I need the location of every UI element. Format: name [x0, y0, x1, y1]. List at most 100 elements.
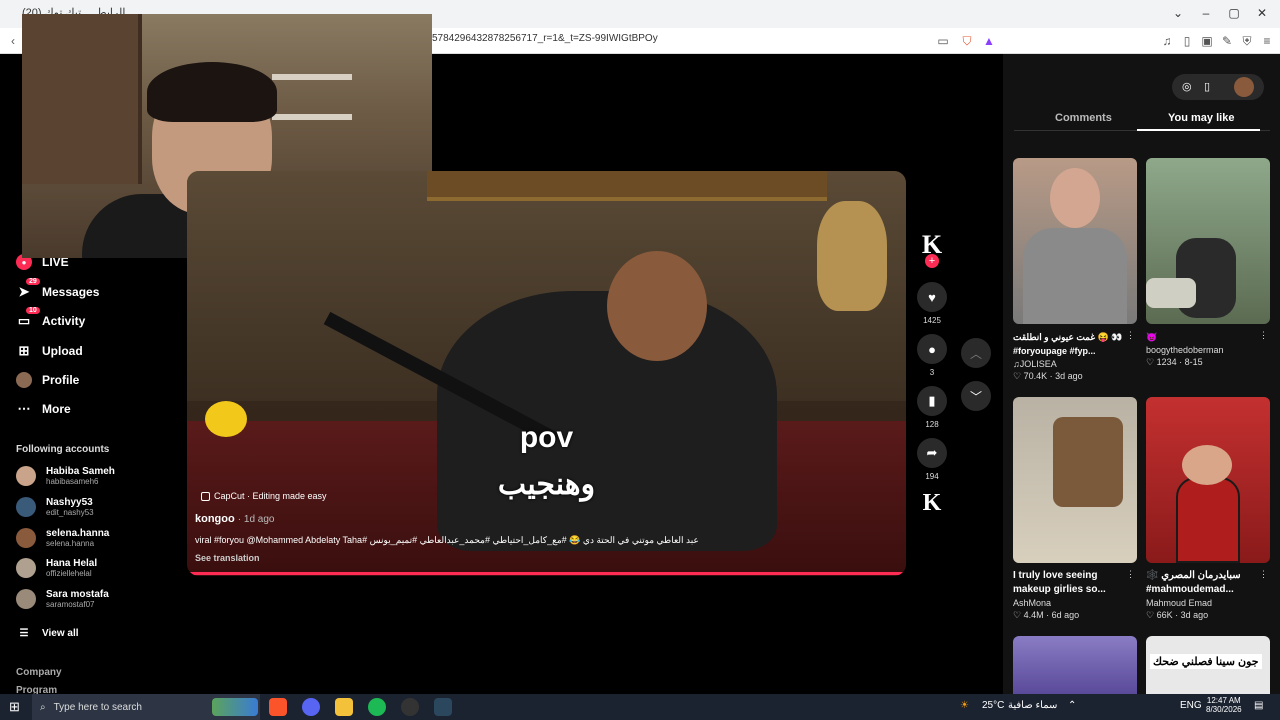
chevron-down-icon[interactable]: ⌄ [1168, 6, 1188, 20]
discord-icon[interactable] [302, 698, 320, 716]
following-account[interactable]: Nashyy53 edit_nashy53 [16, 497, 94, 517]
share-icon[interactable]: ➦ [917, 438, 947, 468]
sidebar-toggle-icon[interactable]: ▯ [1178, 32, 1196, 50]
account-name: Nashyy53 [46, 497, 93, 508]
video-time: · 1d ago [237, 514, 275, 525]
more-options-icon[interactable]: ⋮ [1259, 330, 1268, 341]
file-explorer-icon[interactable] [335, 698, 353, 716]
more-options-icon[interactable]: ⋮ [1259, 569, 1268, 580]
author-name[interactable]: kongoo [195, 513, 235, 525]
comment-icon[interactable]: ● [917, 334, 947, 364]
suggested-video-card[interactable]: ⋮ I truly love seeing makeup girlies so.… [1013, 397, 1137, 621]
video-vase [817, 201, 887, 311]
back-icon[interactable]: ‹ [4, 32, 22, 50]
obs-icon[interactable] [401, 698, 419, 716]
device-icon[interactable]: ▯ [1204, 80, 1210, 93]
tab-you-may-like[interactable]: You may like [1168, 112, 1234, 124]
minimize-icon[interactable]: – [1196, 6, 1216, 20]
rewards-icon[interactable]: ▲ [980, 32, 998, 50]
avatar [16, 528, 36, 548]
sidebar-item-profile[interactable]: Profile [16, 372, 79, 388]
brave-browser-icon[interactable] [269, 698, 287, 716]
sidebar-item-upload[interactable]: ⊞ Upload [16, 343, 83, 359]
card-author[interactable]: boogythedoberman [1146, 345, 1270, 355]
see-translation-link[interactable]: See translation [195, 553, 260, 563]
following-account[interactable]: Hana Helal offiziellehelal [16, 558, 97, 578]
tray-chevron-icon[interactable]: ⌃ [1068, 700, 1076, 711]
weather-icon[interactable]: ☀ [960, 700, 969, 711]
video-thumbnail[interactable] [1013, 158, 1137, 324]
steam-icon[interactable] [434, 698, 452, 716]
language-indicator[interactable]: ENG [1180, 700, 1202, 711]
chevron-up-icon: ︿ [969, 346, 982, 361]
background-shelf [272, 114, 352, 120]
avatar [16, 497, 36, 517]
card-meta: ♡ 66K · 3d ago [1146, 610, 1209, 620]
next-video-button[interactable]: ﹀ [961, 381, 991, 411]
menu-icon[interactable]: ≡ [1258, 32, 1276, 50]
close-icon[interactable]: ✕ [1252, 6, 1272, 20]
video-thumbnail[interactable] [1013, 397, 1137, 563]
heart-icon[interactable]: ♥ [917, 282, 947, 312]
windows-start-icon[interactable]: ⊞ [9, 699, 20, 715]
compass-icon[interactable]: ◎ [1182, 80, 1192, 93]
video-thumbnail[interactable] [1146, 158, 1270, 324]
video-thumbnail[interactable] [1013, 636, 1137, 694]
avatar[interactable] [1234, 77, 1254, 97]
sidebar-item-activity[interactable]: ▭ 10 Activity [16, 307, 86, 329]
video-thumbnail[interactable]: جون سينا فصلني ضحك [1146, 636, 1270, 694]
wallet-icon[interactable]: ▣ [1198, 32, 1216, 50]
sound-disc-icon[interactable]: K [917, 490, 947, 517]
messages-icon: ➤ 29 [16, 278, 40, 300]
search-highlight-icon[interactable] [212, 698, 258, 716]
music-icon[interactable]: ♫ [1158, 32, 1176, 50]
weather-text[interactable]: سماء صافية [1008, 700, 1057, 711]
following-account[interactable]: selena.hanna selena.hanna [16, 528, 109, 548]
card-author[interactable]: AshMona [1013, 598, 1137, 608]
following-account[interactable]: Habiba Sameh habibasameh6 [16, 466, 115, 486]
sidebar-item-label: Activity [42, 314, 86, 328]
vpn-icon[interactable]: ⛨ [1238, 32, 1256, 50]
sidebar-item-more[interactable]: ⋯ More [16, 401, 71, 417]
card-author[interactable]: Mahmoud Emad [1146, 598, 1270, 608]
temperature[interactable]: 25°C [982, 700, 1004, 711]
share-action[interactable]: ➦ 194 [917, 438, 947, 481]
suggested-video-card[interactable]: ⋮ 👀 😝 غمت عيوني و انطلقت #foryoupage #fy… [1013, 158, 1137, 382]
suggested-video-card[interactable]: ⋮ سبايدرمان المصري 🕸️ #mahmoudemad... Ma… [1146, 397, 1270, 621]
save-action[interactable]: ▮ 128 [917, 386, 947, 429]
more-options-icon[interactable]: ⋮ [1126, 569, 1135, 580]
notification-icon[interactable]: ▤ [1254, 700, 1263, 711]
video-author[interactable]: kongoo · 1d ago [195, 513, 274, 525]
spotify-icon[interactable] [368, 698, 386, 716]
bookmark-icon[interactable]: ▮ [917, 386, 947, 416]
upload-icon: ⊞ [18, 343, 30, 358]
extensions-icon[interactable]: ✎ [1218, 32, 1236, 50]
footer-link-company[interactable]: Company [16, 667, 62, 678]
tab-comments[interactable]: Comments [1055, 112, 1112, 124]
view-all-label: View all [42, 627, 79, 639]
maximize-icon[interactable]: ▢ [1224, 6, 1244, 20]
video-thumbnail[interactable] [1146, 397, 1270, 563]
url-field[interactable]: 5784296432878256717_r=1&_t=ZS-99IWIGtBPO… [432, 33, 658, 44]
video-progress-bar[interactable] [187, 572, 906, 575]
cast-icon[interactable]: ▭ [934, 32, 952, 50]
card-author[interactable]: ♫JOLISEA [1013, 359, 1137, 369]
previous-video-button[interactable]: ︿ [961, 338, 991, 368]
thumbnail-text: جون سينا فصلني ضحك [1150, 654, 1262, 669]
account-name: Hana Helal [46, 558, 98, 569]
creator-avatar[interactable]: K + [917, 232, 947, 268]
video-player[interactable]: pov وهنجيب CapCut · Editing made easy ko… [187, 171, 906, 576]
more-options-icon[interactable]: ⋮ [1126, 330, 1135, 341]
like-action[interactable]: ♥ 1425 [917, 282, 947, 325]
account-handle: saramostaf07 [46, 600, 95, 609]
capcut-tag[interactable]: CapCut · Editing made easy [201, 491, 327, 501]
sidebar-item-messages[interactable]: ➤ 29 Messages [16, 278, 99, 300]
suggested-video-card[interactable]: ⋮ 😈 boogythedoberman ♡ 1234 · 8-15 [1146, 158, 1270, 368]
comment-action[interactable]: ● 3 [917, 334, 947, 377]
view-all-link[interactable]: ☰ View all [16, 625, 79, 641]
clock[interactable]: 12:47 AM 8/30/2026 [1206, 696, 1242, 714]
following-account[interactable]: Sara mostafa saramostaf07 [16, 589, 109, 609]
search-icon: ⌕ [40, 701, 46, 713]
brave-shield-icon[interactable]: ⛉ [958, 32, 976, 50]
card-title-line2: #mahmoudemad... [1146, 584, 1234, 595]
